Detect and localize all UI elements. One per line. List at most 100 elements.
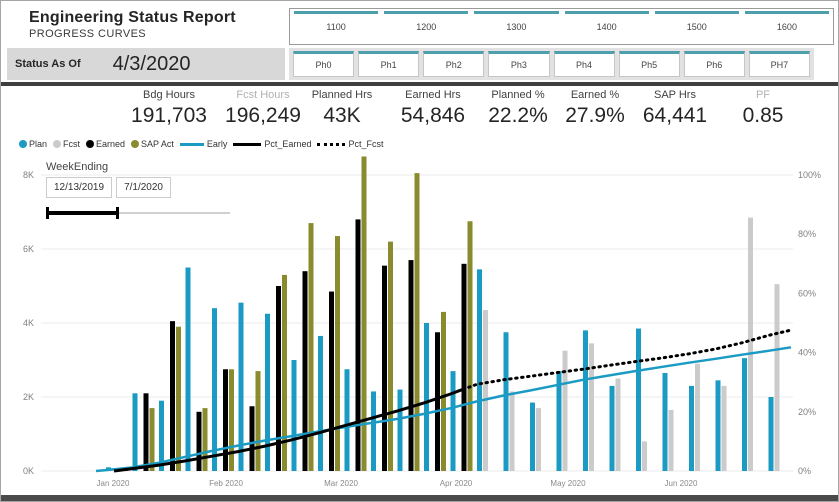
phase-button-ph7[interactable]: PH7: [749, 51, 810, 77]
week-range-slider[interactable]: [46, 206, 246, 220]
y-right-tick: 20%: [798, 407, 816, 417]
status-as-of-date: 4/3/2020: [113, 53, 191, 76]
phase-button-ph4[interactable]: Ph4: [554, 51, 615, 77]
area-button-1600[interactable]: 1600: [743, 9, 831, 44]
plan-bar-6/26/2020[interactable]: [769, 397, 774, 471]
earned-bar-3/6/2020[interactable]: [356, 219, 361, 471]
sap-bar-2/7/2020[interactable]: [256, 371, 261, 471]
sap-bar-1/17/2020[interactable]: [176, 327, 181, 471]
plan-bar-4/10/2020[interactable]: [477, 269, 482, 471]
slider-left-handle[interactable]: [46, 207, 49, 219]
sap-bar-1/31/2020[interactable]: [229, 369, 234, 471]
legend-item-sap-act[interactable]: SAP Act: [131, 139, 174, 149]
plan-bar-6/19/2020[interactable]: [742, 358, 747, 471]
plan-bar-1/17/2020[interactable]: [159, 401, 164, 471]
legend-item-pct-fcst[interactable]: Pct_Fcst: [317, 139, 383, 149]
earned-bar-3/20/2020[interactable]: [409, 260, 414, 471]
plan-bar-5/8/2020[interactable]: [583, 330, 588, 471]
fcst-bar-4/17/2020[interactable]: [510, 391, 515, 471]
area-button-1400[interactable]: 1400: [563, 9, 651, 44]
sap-bar-1/10/2020[interactable]: [150, 408, 155, 471]
plan-bar-3/6/2020[interactable]: [345, 369, 350, 471]
page-subtitle: PROGRESS CURVES: [29, 28, 146, 40]
plan-bar-1/10/2020[interactable]: [133, 393, 138, 471]
phase-button-ph1[interactable]: Ph1: [358, 51, 419, 77]
sap-bar-3/20/2020[interactable]: [415, 173, 420, 471]
area-button-1200[interactable]: 1200: [382, 9, 470, 44]
area-button-1100[interactable]: 1100: [292, 9, 380, 44]
earned-bar-3/13/2020[interactable]: [382, 266, 387, 471]
earned-bar-4/3/2020[interactable]: [462, 264, 467, 471]
fcst-bar-6/5/2020[interactable]: [695, 364, 700, 471]
earned-bar-3/27/2020[interactable]: [435, 332, 440, 471]
plan-bar-3/20/2020[interactable]: [398, 390, 403, 471]
phase-button-ph5[interactable]: Ph5: [619, 51, 680, 77]
legend-line-icon: [317, 143, 345, 146]
plan-bar-3/27/2020[interactable]: [424, 323, 429, 471]
phase-button-ph0[interactable]: Ph0: [293, 51, 354, 77]
legend-item-earned[interactable]: Earned: [86, 139, 125, 149]
phase-filter-group: Ph0Ph1Ph2Ph3Ph4Ph5Ph6PH7: [289, 48, 814, 80]
sap-bar-1/24/2020[interactable]: [203, 408, 208, 471]
plan-bar-5/22/2020[interactable]: [636, 329, 641, 471]
slider-right-handle[interactable]: [116, 207, 119, 219]
fcst-bar-4/10/2020[interactable]: [483, 310, 488, 471]
legend-label: Pct_Fcst: [348, 139, 383, 149]
legend-label: Plan: [29, 139, 47, 149]
page-title: Engineering Status Report: [29, 9, 236, 27]
plan-bar-4/17/2020[interactable]: [504, 332, 509, 471]
x-axis-month-label: May 2020: [550, 479, 586, 488]
plan-bar-1/31/2020[interactable]: [212, 308, 217, 471]
week-start-input[interactable]: 12/13/2019: [46, 177, 112, 198]
plan-bar-4/24/2020[interactable]: [530, 403, 535, 471]
x-axis-month-label: Mar 2020: [324, 479, 358, 488]
earned-bar-1/10/2020[interactable]: [144, 393, 149, 471]
earned-bar-1/31/2020[interactable]: [223, 369, 228, 471]
fcst-bar-4/24/2020[interactable]: [536, 408, 541, 471]
plan-bar-3/13/2020[interactable]: [371, 391, 376, 471]
area-button-1300[interactable]: 1300: [472, 9, 560, 44]
fcst-bar-6/19/2020[interactable]: [748, 218, 753, 471]
sap-bar-4/3/2020[interactable]: [468, 221, 473, 471]
plan-bar-6/12/2020[interactable]: [716, 380, 721, 471]
plan-bar-5/15/2020[interactable]: [610, 386, 615, 471]
earned-bar-1/24/2020[interactable]: [197, 412, 202, 471]
plan-bar-4/3/2020[interactable]: [451, 371, 456, 471]
sap-bar-3/27/2020[interactable]: [441, 312, 446, 471]
area-button-1500[interactable]: 1500: [653, 9, 741, 44]
x-axis-month-label: Jan 2020: [97, 479, 130, 488]
fcst-bar-6/26/2020[interactable]: [775, 284, 780, 471]
earned-bar-2/7/2020[interactable]: [250, 406, 255, 471]
plan-bar-5/29/2020[interactable]: [663, 373, 668, 471]
fcst-bar-5/8/2020[interactable]: [589, 343, 594, 471]
week-end-input[interactable]: 7/1/2020: [116, 177, 171, 198]
bottom-scrollbar[interactable]: [1, 495, 839, 502]
plan-bar-2/28/2020[interactable]: [318, 336, 323, 471]
fcst-bar-5/15/2020[interactable]: [616, 379, 621, 472]
plan-bar-6/5/2020[interactable]: [689, 386, 694, 471]
earned-bar-2/21/2020[interactable]: [303, 271, 308, 471]
fcst-bar-6/12/2020[interactable]: [722, 386, 727, 471]
legend-item-early[interactable]: Early: [180, 139, 228, 149]
legend-item-plan[interactable]: Plan: [19, 139, 47, 149]
earned-bar-2/28/2020[interactable]: [329, 292, 334, 471]
legend-label: Fcst: [63, 139, 80, 149]
slider-selected-range[interactable]: [48, 211, 118, 215]
earned-bar-1/17/2020[interactable]: [170, 321, 175, 471]
phase-button-ph3[interactable]: Ph3: [488, 51, 549, 77]
pct-fcst-line: [463, 330, 791, 389]
legend-dot-icon: [19, 140, 27, 148]
plan-bar-1/24/2020[interactable]: [186, 268, 191, 472]
sap-bar-3/13/2020[interactable]: [388, 242, 393, 471]
fcst-bar-5/1/2020[interactable]: [563, 351, 568, 471]
fcst-bar-5/22/2020[interactable]: [642, 441, 647, 471]
legend-item-fcst[interactable]: Fcst: [53, 139, 80, 149]
phase-button-ph6[interactable]: Ph6: [684, 51, 745, 77]
sap-bar-2/28/2020[interactable]: [335, 236, 340, 471]
legend-item-pct-earned[interactable]: Pct_Earned: [233, 139, 311, 149]
fcst-bar-5/29/2020[interactable]: [669, 410, 674, 471]
plan-bar-2/21/2020[interactable]: [292, 360, 297, 471]
phase-button-ph2[interactable]: Ph2: [423, 51, 484, 77]
y-right-tick: 0%: [798, 466, 811, 476]
x-axis-month-label: Feb 2020: [209, 479, 243, 488]
